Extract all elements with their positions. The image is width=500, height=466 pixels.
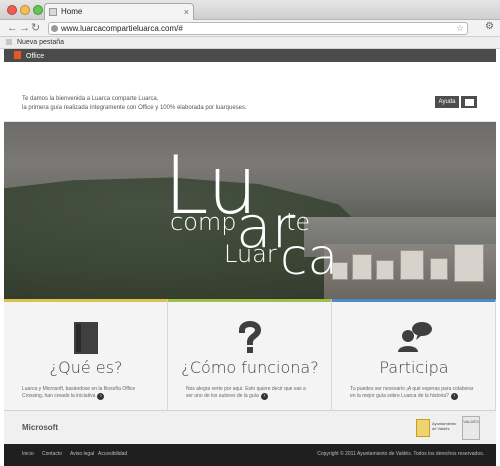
footer-link-contacto[interactable]: Contacto xyxy=(42,451,62,457)
town-building xyxy=(376,260,394,280)
browser-titlebar: Home × xyxy=(0,0,500,20)
book-icon xyxy=(74,322,98,354)
zoom-window-button[interactable] xyxy=(33,5,43,15)
footer-link-inicio[interactable]: Inicio xyxy=(22,451,34,457)
address-bar[interactable]: www.luarcacompartieluarca.com/# ☆ xyxy=(48,22,468,35)
feature-title: ¿Qué es? xyxy=(49,358,123,377)
town-building xyxy=(430,258,448,280)
arrow-right-icon[interactable]: › xyxy=(450,393,458,400)
tab-close-icon[interactable]: × xyxy=(184,4,189,20)
feature-description-text: Luarca y Microsoft, basándose en la filo… xyxy=(22,386,136,399)
logo-ca: ca xyxy=(280,228,339,286)
microsoft-logo[interactable]: Microsoft xyxy=(22,423,58,432)
feature-card-que-es[interactable]: ¿Qué es? Luarca y Microsoft, basándose e… xyxy=(4,299,168,410)
mail-icon[interactable] xyxy=(461,96,477,108)
logo-luar: Luar xyxy=(224,240,277,268)
valdes-logo-icon[interactable]: VALDÉS xyxy=(462,416,480,440)
feature-description: Nos alegra verte por aquí. Esto quiere d… xyxy=(186,386,314,400)
wrench-icon[interactable]: ⚙ xyxy=(485,21,494,32)
town-building xyxy=(352,254,372,280)
bookmark-new-tab[interactable]: Nueva pestaña xyxy=(17,39,64,46)
minimize-window-button[interactable] xyxy=(20,5,30,15)
feature-title: Participa xyxy=(379,358,449,377)
feature-description: Tu puedes ser necesario ¡A qué esperas p… xyxy=(350,386,478,400)
help-button[interactable]: Ayuda xyxy=(435,96,459,108)
logo-comp: comp xyxy=(170,208,237,236)
page-viewport: Office Te damos la bienvenida a Luarca c… xyxy=(4,49,496,466)
copyright-text: Copyright © 2011 Ayuntamiento de Valdés.… xyxy=(317,451,484,457)
feature-card-como-funciona[interactable]: ¿Cómo funciona? Nos alegra verte por aqu… xyxy=(168,299,332,410)
tab-favicon-icon xyxy=(49,8,57,16)
arrow-right-icon[interactable]: › xyxy=(260,393,268,400)
town-building xyxy=(454,244,484,282)
office-label: Office xyxy=(25,53,45,60)
bookmark-page-icon xyxy=(6,39,12,45)
footer-brand: Microsoft Ayuntamiento de Valdés VALDÉS xyxy=(4,410,496,444)
welcome-line-2: la primera guía realizada íntegramente c… xyxy=(22,105,247,111)
valdes-seal-label: Ayuntamiento de Valdés xyxy=(432,421,457,431)
forward-arrow-icon[interactable]: → xyxy=(19,21,30,35)
close-window-button[interactable] xyxy=(7,5,17,15)
office-icon xyxy=(14,51,21,59)
feature-card-participa[interactable]: Participa Tu puedes ser necesario ¡A qué… xyxy=(332,299,496,410)
bookmarks-bar: Nueva pestaña xyxy=(0,37,500,49)
office-bar: Office xyxy=(4,49,496,62)
people-chat-icon xyxy=(398,322,432,352)
town xyxy=(324,244,496,299)
office-logo[interactable]: Office xyxy=(14,51,44,61)
address-url: www.luarcacompartieluarca.com/# xyxy=(61,24,183,33)
feature-columns: ¿Qué es? Luarca y Microsoft, basándose e… xyxy=(4,299,496,410)
back-arrow-icon[interactable]: ← xyxy=(7,21,18,35)
intro-section: Te damos la bienvenida a Luarca comparte… xyxy=(4,62,496,122)
footer-link-accesibilidad[interactable]: Accesibilidad xyxy=(98,451,127,457)
footer-navigation: Inicio Contacto Aviso legal Accesibilida… xyxy=(4,444,496,466)
question-icon xyxy=(238,321,262,353)
welcome-line-1: Te damos la bienvenida a Luarca comparte… xyxy=(22,96,159,102)
feature-description-text: Nos alegra verte por aquí. Esto quiere d… xyxy=(186,386,306,399)
valdes-seal-icon[interactable] xyxy=(416,419,430,437)
welcome-text: Te damos la bienvenida a Luarca comparte… xyxy=(22,95,247,113)
page-favicon-icon xyxy=(51,25,58,32)
town-building xyxy=(400,250,424,280)
footer-link-aviso-legal[interactable]: Aviso legal xyxy=(70,451,94,457)
bookmark-star-icon[interactable]: ☆ xyxy=(456,23,464,34)
tab-title: Home xyxy=(61,7,83,16)
feature-title: ¿Cómo funciona? xyxy=(181,358,319,377)
reload-icon[interactable]: ↻ xyxy=(31,21,40,35)
feature-description: Luarca y Microsoft, basándose en la filo… xyxy=(22,386,150,400)
valdes-logo-label: VALDÉS xyxy=(463,419,479,424)
browser-toolbar: ← → ↻ www.luarcacompartieluarca.com/# ☆ … xyxy=(0,20,500,37)
arrow-right-icon[interactable]: › xyxy=(97,393,105,400)
browser-tab-home[interactable]: Home × xyxy=(44,3,194,20)
hero-banner: Lu comp ar te Luar ca xyxy=(4,122,496,299)
